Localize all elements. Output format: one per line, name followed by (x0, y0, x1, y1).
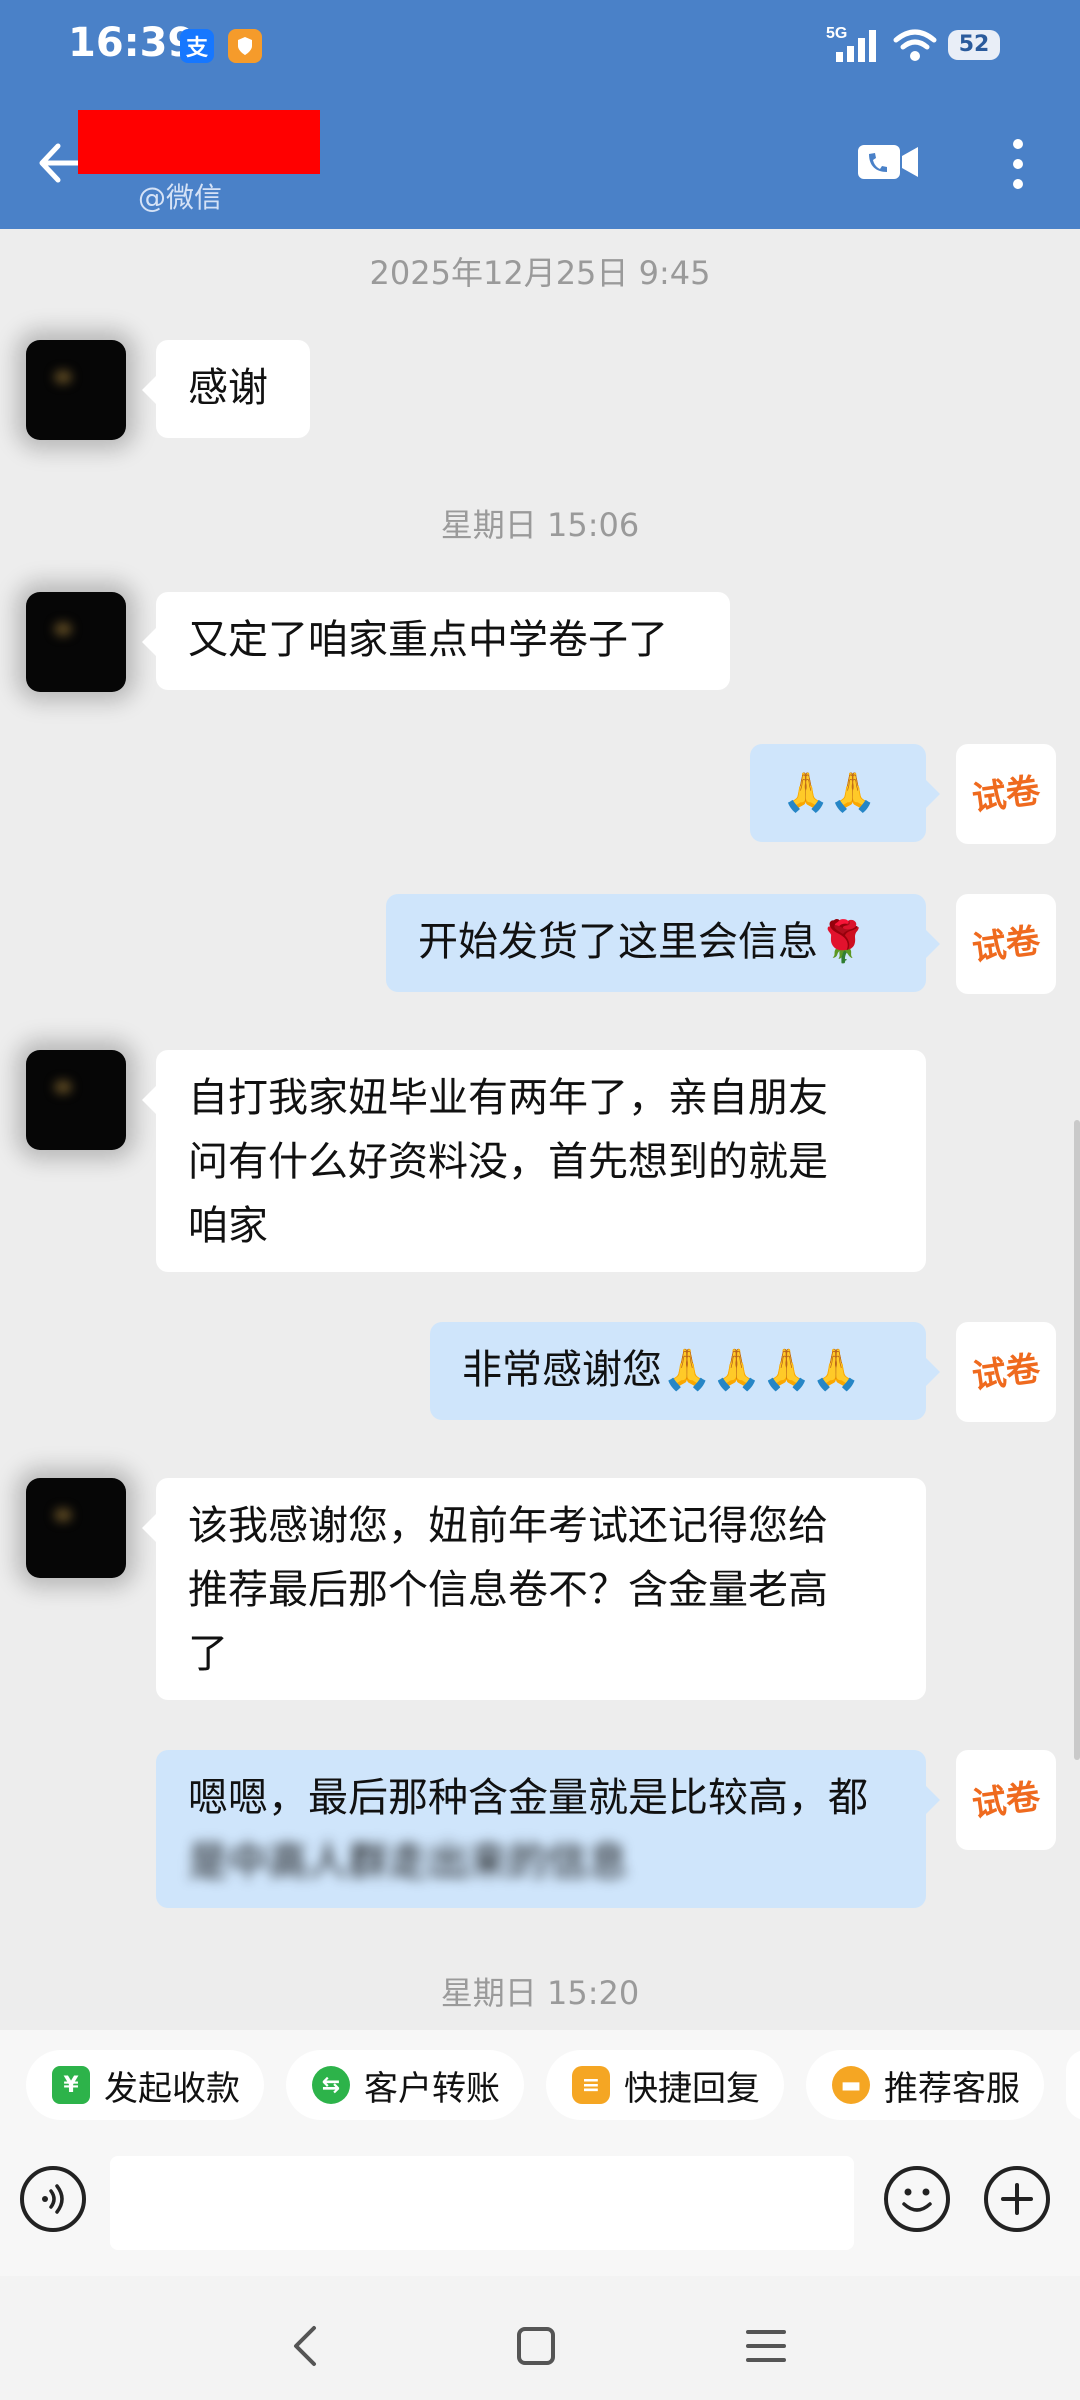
voice-input-button[interactable] (20, 2166, 86, 2232)
time-divider: 星期日 15:20 (440, 1974, 640, 2012)
message-bubble-outgoing[interactable]: 嗯嗯，最后那种含金量就是比较高，都 是中高人群走出来的信息 (156, 1750, 940, 1908)
video-call-icon (858, 145, 918, 179)
more-chip-partial[interactable] (1066, 2050, 1080, 2120)
shijuan-logo-icon: 试卷 (970, 771, 1044, 818)
message-bubble-incoming[interactable]: 该我感谢您，妞前年考试还记得您给 推荐最后那个信息卷不？含金量老高 了 (142, 1478, 926, 1700)
more-button[interactable] (1008, 138, 1028, 190)
message-bubble-outgoing[interactable]: 🙏🙏 (750, 744, 940, 842)
message-bubble-incoming[interactable]: 自打我家妞毕业有两年了，亲自朋友 问有什么好资料没，首先想到的就是 咱家 (142, 1050, 926, 1272)
time-divider: 星期日 15:06 (440, 506, 640, 544)
shijuan-logo-icon: 试卷 (970, 1777, 1044, 1824)
status-time: 16:39 (68, 20, 196, 66)
smiley-icon (902, 2188, 932, 2212)
contact-avatar[interactable] (26, 1050, 126, 1150)
nav-home-icon (517, 2327, 555, 2365)
signal-icon: 5G (822, 22, 882, 70)
battery-icon: 52 (948, 30, 1000, 60)
message-text: 感谢 (188, 365, 268, 411)
message-bubble-incoming[interactable]: 感谢 (142, 340, 310, 438)
chip-label: 推荐客服 (884, 2068, 1020, 2109)
self-avatar[interactable]: 试卷 (956, 1750, 1056, 1850)
quick-action-bar: ¥ 发起收款 ⇆ 客户转账 ≡ 快捷回复 ▬ 推荐客服 (0, 2030, 1080, 2148)
video-call-button[interactable] (856, 142, 920, 182)
start-payment-chip[interactable]: ¥ 发起收款 (26, 2050, 264, 2120)
message-text-line: 自打我家妞毕业有两年了，亲自朋友 (188, 1075, 828, 1121)
nav-home-button[interactable] (506, 2316, 566, 2376)
network-label: 5G (826, 25, 847, 42)
self-avatar-text: 试卷 (970, 771, 1044, 818)
contact-avatar[interactable] (26, 1478, 126, 1578)
contact-avatar[interactable] (26, 592, 126, 692)
shijuan-logo-icon: 试卷 (970, 921, 1044, 968)
recommend-agent-icon: ▬ (832, 2066, 870, 2104)
message-text: 开始发货了这里会信息🌹 (418, 919, 868, 965)
message-bubble-incoming[interactable]: 又定了咱家重点中学卷子了 (142, 592, 730, 690)
message-input[interactable] (110, 2156, 854, 2250)
self-avatar-text: 试卷 (970, 921, 1044, 968)
back-button[interactable] (34, 138, 84, 188)
contact-avatar[interactable] (26, 340, 126, 440)
message-text: 🙏🙏 (782, 770, 877, 814)
system-nav-bar (0, 2276, 1080, 2400)
scrollbar[interactable] (1074, 1120, 1080, 1760)
customer-transfer-chip[interactable]: ⇆ 客户转账 (286, 2050, 524, 2120)
plus-icon (1001, 2183, 1033, 2215)
time-divider: 2025年12月25日 9:45 (369, 254, 711, 292)
chat-header: 16:39 支 5G 52 @微信 (0, 0, 1080, 229)
message-text: 非常感谢您🙏🙏🙏🙏 (462, 1347, 862, 1393)
nav-back-icon (294, 2326, 316, 2366)
yuan-icon: ¥ (52, 2066, 90, 2104)
message-bubble-outgoing[interactable]: 非常感谢您🙏🙏🙏🙏 (430, 1322, 940, 1420)
emoji-button[interactable] (884, 2166, 950, 2232)
recommend-agent-chip[interactable]: ▬ 推荐客服 (806, 2050, 1044, 2120)
quick-reply-icon: ≡ (572, 2066, 610, 2104)
message-text-line: 了 (188, 1631, 228, 1677)
arrow-left-icon (39, 143, 81, 183)
contact-name-redacted (78, 110, 320, 174)
voice-icon (42, 2184, 64, 2214)
chip-label: 快捷回复 (624, 2068, 760, 2109)
wifi-icon (892, 28, 938, 68)
shijuan-logo-icon: 试卷 (970, 1349, 1044, 1396)
more-vertical-icon (1013, 139, 1023, 189)
message-text-line: 该我感谢您，妞前年考试还记得您给 (188, 1503, 828, 1549)
transfer-icon: ⇆ (312, 2066, 350, 2104)
nav-back-button[interactable] (276, 2316, 336, 2376)
chip-label: 客户转账 (364, 2068, 500, 2109)
more-functions-button[interactable] (984, 2166, 1050, 2232)
status-bar: 16:39 支 5G 52 (0, 0, 1080, 95)
message-text: 又定了咱家重点中学卷子了 (188, 617, 668, 663)
message-bubble-outgoing[interactable]: 开始发货了这里会信息🌹 (386, 894, 940, 992)
shield-icon (228, 29, 262, 63)
nav-menu-button[interactable] (736, 2316, 796, 2376)
message-text-line-blurred: 是中高人群走出来的信息 (188, 1839, 628, 1885)
nav-menu-icon (746, 2330, 786, 2362)
chip-label: 发起收款 (104, 2068, 240, 2109)
message-text-line: 咱家 (188, 1203, 268, 1249)
self-avatar-text: 试卷 (970, 1349, 1044, 1396)
alipay-icon: 支 (180, 29, 214, 63)
message-text-line: 问有什么好资料没，首先想到的就是 (188, 1139, 828, 1185)
quick-reply-chip[interactable]: ≡ 快捷回复 (546, 2050, 784, 2120)
self-avatar[interactable]: 试卷 (956, 1322, 1056, 1422)
message-text-line: 推荐最后那个信息卷不？含金量老高 (188, 1567, 828, 1613)
input-bar (0, 2148, 1080, 2276)
contact-subtitle: @微信 (138, 181, 223, 214)
self-avatar[interactable]: 试卷 (956, 894, 1056, 994)
self-avatar[interactable]: 试卷 (956, 744, 1056, 844)
message-text-line: 嗯嗯，最后那种含金量就是比较高，都 (188, 1775, 868, 1821)
self-avatar-text: 试卷 (970, 1777, 1044, 1824)
